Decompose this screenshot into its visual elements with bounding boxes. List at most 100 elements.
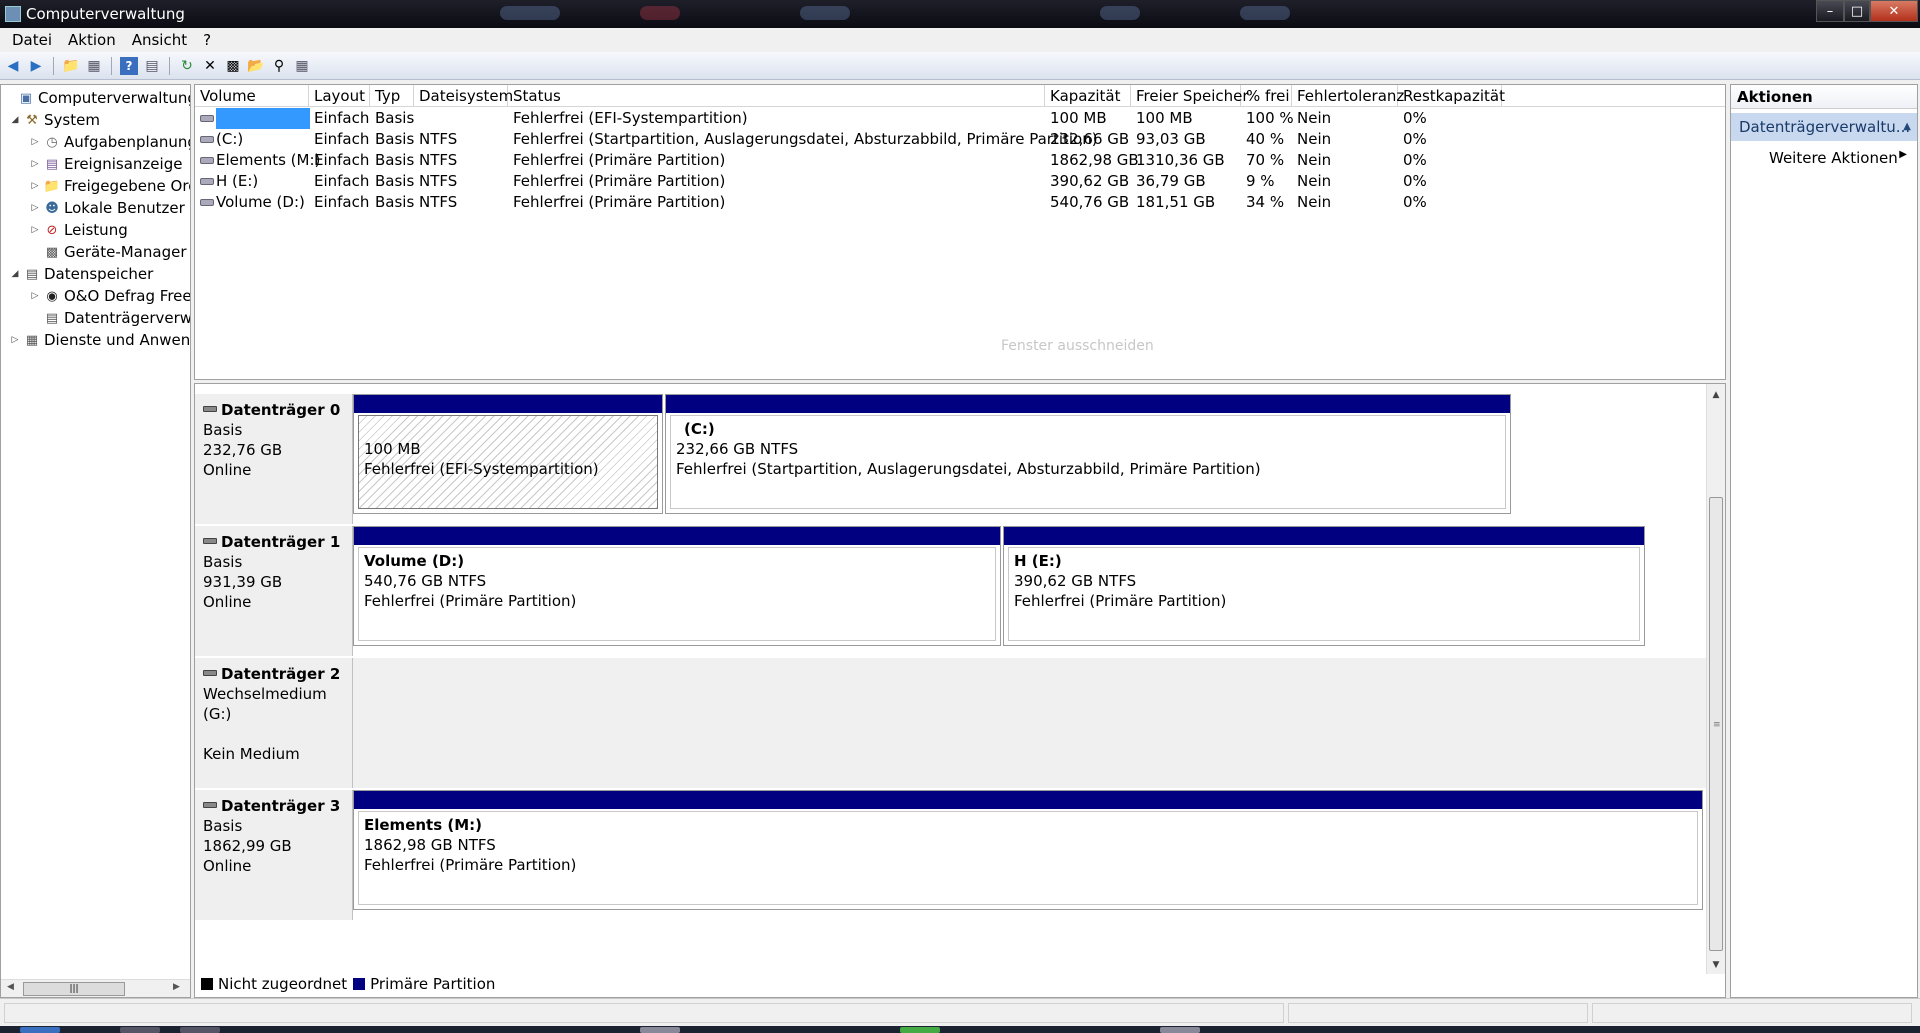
table-row[interactable]: Elements (M:) Einfach Basis NTFS Fehlerf… bbox=[195, 150, 1725, 171]
tree-item-aufgabenplanung[interactable]: ▷ ◷ Aufgabenplanung bbox=[29, 131, 190, 153]
table-row[interactable]: (C:) Einfach Basis NTFS Fehlerfrei (Star… bbox=[195, 129, 1725, 150]
taskbar-button[interactable] bbox=[180, 1027, 220, 1033]
properties-icon[interactable]: ▩ bbox=[224, 57, 242, 75]
column-header-layout[interactable]: Layout bbox=[309, 85, 370, 107]
tree-item-geraete-manager[interactable]: ▩ Geräte-Manager bbox=[29, 241, 187, 263]
column-header-kapazitaet[interactable]: Kapazität bbox=[1045, 85, 1131, 107]
primary-partition-bar bbox=[354, 791, 1702, 809]
cell-prozent-frei: 100 % bbox=[1246, 109, 1294, 127]
column-header-typ[interactable]: Typ bbox=[370, 85, 414, 107]
partition-name: Volume (D:) bbox=[364, 552, 465, 570]
scroll-up-icon[interactable]: ▲ bbox=[1707, 390, 1725, 400]
partition-c[interactable]: (C:) 232,66 GB NTFS Fehlerfrei (Startpar… bbox=[665, 394, 1511, 514]
tree-horizontal-scrollbar[interactable]: ◀ ||| ▶ bbox=[1, 979, 190, 997]
tree-item-datenspeicher[interactable]: ◢ ▤ Datenspeicher bbox=[9, 263, 154, 285]
close-button[interactable]: ✕ bbox=[1870, 0, 1918, 22]
scroll-down-icon[interactable]: ▼ bbox=[1707, 960, 1725, 970]
menu-datei[interactable]: Datei bbox=[4, 31, 60, 49]
tree-expander[interactable]: ▷ bbox=[29, 291, 41, 301]
cell-volume bbox=[195, 108, 310, 129]
menu-ansicht[interactable]: Ansicht bbox=[124, 31, 195, 49]
toolbar-separator bbox=[169, 56, 170, 75]
disk-label[interactable]: Datenträger 0 Basis 232,76 GB Online bbox=[195, 394, 353, 524]
cell-status: Fehlerfrei (Primäre Partition) bbox=[513, 151, 726, 169]
show-hide-tree-icon[interactable]: ▦ bbox=[85, 57, 103, 75]
menu-aktion[interactable]: Aktion bbox=[60, 31, 124, 49]
disk-name: Datenträger 2 bbox=[221, 665, 341, 683]
column-header-prozent-frei[interactable]: % frei bbox=[1241, 85, 1292, 107]
tree-expander[interactable]: ▷ bbox=[29, 203, 41, 213]
forward-arrow-icon[interactable]: ▶ bbox=[27, 57, 45, 75]
partition-d[interactable]: Volume (D:) 540,76 GB NTFS Fehlerfrei (P… bbox=[353, 526, 1001, 646]
collapse-icon[interactable]: ▲ bbox=[1903, 113, 1911, 141]
tree-expander[interactable]: ▷ bbox=[29, 181, 41, 191]
tree-item-oo-defrag[interactable]: ▷ ◉ O&O Defrag Free E bbox=[29, 285, 190, 307]
more-actions-link[interactable]: Weitere Aktionen bbox=[1769, 149, 1898, 167]
partition-e[interactable]: H (E:) 390,62 GB NTFS Fehlerfrei (Primär… bbox=[1003, 526, 1645, 646]
tree-expander[interactable]: ▷ bbox=[29, 159, 41, 169]
disk-label[interactable]: Datenträger 2 Wechselmedium (G:) Kein Me… bbox=[195, 658, 353, 788]
taskbar-button[interactable] bbox=[900, 1027, 940, 1033]
maximize-button[interactable]: □ bbox=[1844, 0, 1870, 22]
partition-m[interactable]: Elements (M:) 1862,98 GB NTFS Fehlerfrei… bbox=[353, 790, 1703, 910]
taskbar-button[interactable] bbox=[1160, 1027, 1200, 1033]
search-icon[interactable]: ⚲ bbox=[270, 57, 288, 75]
delete-icon[interactable]: ✕ bbox=[201, 57, 219, 75]
back-arrow-icon[interactable]: ◀ bbox=[4, 57, 22, 75]
menu-help[interactable]: ? bbox=[195, 31, 219, 49]
table-row[interactable]: Volume (D:) Einfach Basis NTFS Fehlerfre… bbox=[195, 192, 1725, 213]
tree-expander[interactable]: ▷ bbox=[29, 225, 41, 235]
column-header-restkapazitaet[interactable]: Restkapazität bbox=[1398, 85, 1505, 107]
scroll-right-icon[interactable]: ▶ bbox=[173, 982, 180, 992]
volume-name: (C:) bbox=[216, 130, 244, 148]
console-view-icon[interactable]: ▤ bbox=[143, 57, 161, 75]
refresh-icon[interactable]: ↻ bbox=[178, 57, 196, 75]
help-icon[interactable]: ? bbox=[120, 56, 138, 75]
tree-item-dienste-und-anwendungen[interactable]: ▷ ▦ Dienste und Anwendu bbox=[9, 329, 190, 351]
taskbar-button[interactable] bbox=[640, 1027, 680, 1033]
cell-freier-speicher: 1310,36 GB bbox=[1136, 151, 1225, 169]
disk-map-vertical-scrollbar[interactable]: ▲ ≡ ▼ bbox=[1706, 384, 1725, 974]
disk-label[interactable]: Datenträger 3 Basis 1862,99 GB Online bbox=[195, 790, 353, 920]
open-icon[interactable]: 📂 bbox=[247, 57, 265, 75]
taskbar-button[interactable] bbox=[20, 1027, 60, 1033]
partition-efi[interactable]: 100 MB Fehlerfrei (EFI-Systempartition) bbox=[353, 394, 663, 514]
tree-item-leistung[interactable]: ▷ ⊘ Leistung bbox=[29, 219, 128, 241]
tree-item-label: Geräte-Manager bbox=[64, 243, 187, 261]
tree-expander[interactable]: ▷ bbox=[29, 137, 41, 147]
column-header-volume[interactable]: Volume bbox=[195, 85, 309, 107]
tree-item-system[interactable]: ◢ ⚒ System bbox=[9, 109, 100, 131]
scroll-left-icon[interactable]: ◀ bbox=[7, 982, 14, 992]
cell-kapazitaet: 540,76 GB bbox=[1050, 193, 1130, 211]
tree-expander[interactable]: ▷ bbox=[9, 335, 21, 345]
table-row[interactable]: Einfach Basis Fehlerfrei (EFI-Systempart… bbox=[195, 108, 1725, 129]
tree-item-datentraegerverwaltung[interactable]: ▤ Datenträgerverwal bbox=[29, 307, 190, 329]
column-header-fehlertoleranz[interactable]: Fehlertoleranz bbox=[1292, 85, 1404, 107]
partition-body: (C:) 232,66 GB NTFS Fehlerfrei (Startpar… bbox=[670, 415, 1506, 509]
column-header-freier-speicher[interactable]: Freier Speicher bbox=[1131, 85, 1249, 107]
rescan-icon[interactable]: ▦ bbox=[293, 57, 311, 75]
minimize-button[interactable]: – bbox=[1816, 0, 1844, 22]
cell-volume: Volume (D:) bbox=[195, 192, 309, 213]
cell-volume: Elements (M:) bbox=[195, 150, 320, 171]
disk-size: 931,39 GB bbox=[203, 573, 283, 591]
scrollbar-thumb[interactable]: ||| bbox=[23, 982, 125, 996]
up-folder-icon[interactable]: 📁 bbox=[62, 57, 80, 75]
actions-section-disk-management[interactable]: Datenträgerverwaltu... ▲ bbox=[1731, 113, 1917, 141]
taskbar-button[interactable] bbox=[120, 1027, 160, 1033]
tree-expander[interactable]: ◢ bbox=[9, 115, 21, 125]
scrollbar-thumb[interactable]: ≡ bbox=[1709, 497, 1723, 951]
tree-item-computerverwaltung[interactable]: ▣ Computerverwaltung (Lo bbox=[3, 87, 190, 109]
tree-expander[interactable]: ◢ bbox=[9, 269, 21, 279]
column-header-dateisystem[interactable]: Dateisystem bbox=[414, 85, 513, 107]
disk-label[interactable]: Datenträger 1 Basis 931,39 GB Online bbox=[195, 526, 353, 656]
tree-item-ereignisanzeige[interactable]: ▷ ▤ Ereignisanzeige bbox=[29, 153, 183, 175]
cell-kapazitaet: 1862,98 GB bbox=[1050, 151, 1139, 169]
partition-size: 540,76 GB NTFS bbox=[364, 572, 487, 590]
tree-item-freigegebene-ordner[interactable]: ▷ 📁 Freigegebene Ordn bbox=[29, 175, 190, 197]
tree-item-lokale-benutzer[interactable]: ▷ ☻ Lokale Benutzer un bbox=[29, 197, 190, 219]
column-header-status[interactable]: Status bbox=[508, 85, 1045, 107]
cell-kapazitaet: 232,66 GB bbox=[1050, 130, 1130, 148]
table-row[interactable]: H (E:) Einfach Basis NTFS Fehlerfrei (Pr… bbox=[195, 171, 1725, 192]
submenu-arrow-icon[interactable]: ▶ bbox=[1899, 149, 1907, 160]
